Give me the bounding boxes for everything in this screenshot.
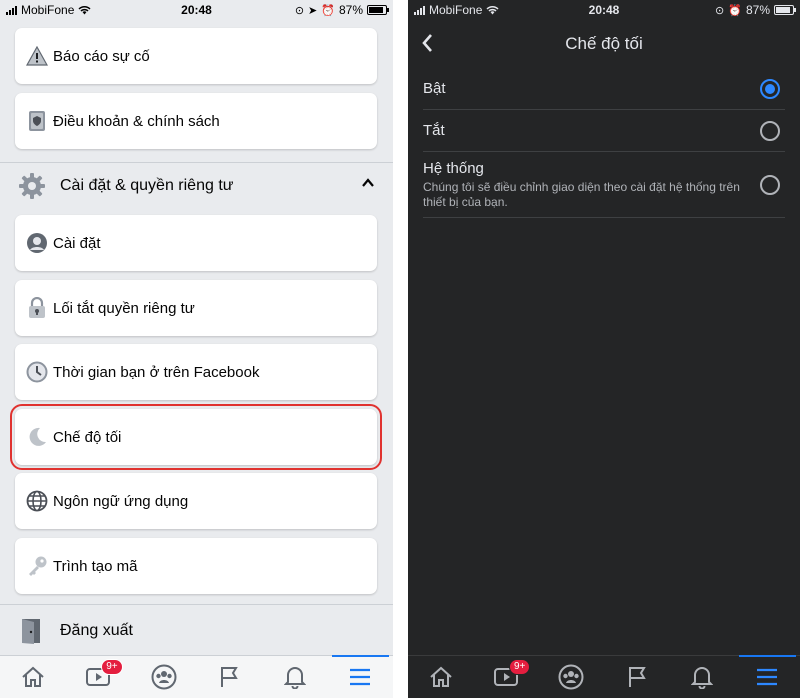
radio-button[interactable]	[760, 175, 780, 195]
menu-item-terms-policies[interactable]: Điều khoản & chính sách	[15, 93, 377, 149]
tab-home[interactable]	[408, 656, 473, 698]
tab-pages[interactable]	[197, 656, 263, 698]
alarm-icon: ⏰	[321, 4, 335, 17]
top-navigation: Chế độ tối	[408, 20, 800, 68]
menu-item-label: Cài đặt	[53, 234, 101, 252]
section-label: Cài đặt & quyền riêng tư	[60, 177, 234, 194]
menu-item-label: Ngôn ngữ ứng dụng	[53, 492, 189, 510]
settings-item-dark-mode[interactable]: Chế độ tối	[10, 404, 382, 470]
settings-privacy-section-header[interactable]: Cài đặt & quyền riêng tư	[0, 161, 393, 211]
home-icon	[429, 666, 452, 687]
lock-icon	[25, 296, 49, 320]
rotation-lock-icon: ⊙	[294, 4, 305, 17]
settings-item-your-time-on-facebook[interactable]: Thời gian bạn ở trên Facebook	[15, 344, 377, 400]
clock-icon	[25, 360, 49, 384]
notifications-bell-icon	[690, 667, 713, 689]
watch-badge: 9+	[101, 659, 123, 675]
option-label: Bật	[423, 80, 446, 97]
alarm-icon: ⏰	[728, 4, 742, 17]
menu-item-label: Báo cáo sự cố	[53, 47, 150, 65]
status-bar: MobiFone 20:48 ⊙ ➤ ⏰ 87%	[0, 0, 393, 20]
book-icon	[25, 109, 49, 133]
tab-pages[interactable]	[604, 656, 669, 698]
groups-icon	[558, 664, 584, 690]
tab-watch[interactable]: 9+	[473, 656, 538, 698]
menu-item-report-problem[interactable]: Báo cáo sự cố	[15, 28, 377, 84]
gear-icon	[19, 173, 45, 199]
radio-button[interactable]	[760, 79, 780, 99]
menu-item-label: Trình tạo mã	[53, 557, 138, 575]
menu-icon	[757, 668, 778, 686]
tab-watch[interactable]: 9+	[66, 656, 132, 698]
tab-groups[interactable]	[539, 656, 604, 698]
back-chevron-icon[interactable]	[420, 32, 434, 54]
moon-icon	[25, 425, 49, 449]
tab-notifications[interactable]	[262, 656, 328, 698]
battery-icon	[774, 5, 796, 15]
radio-button[interactable]	[760, 121, 780, 141]
menu-screen-light: MobiFone 20:48 ⊙ ➤ ⏰ 87% Báo cáo sự cố Đ…	[0, 0, 393, 698]
tab-menu[interactable]	[735, 655, 800, 698]
battery-icon	[367, 5, 389, 15]
page-title: Chế độ tối	[565, 34, 643, 53]
logout-icon	[22, 619, 40, 644]
battery-percent: 87%	[338, 3, 363, 17]
tab-notifications[interactable]	[669, 656, 734, 698]
logout-label: Đăng xuất	[60, 622, 133, 639]
chevron-up-icon	[362, 178, 374, 187]
tab-home[interactable]	[0, 656, 66, 698]
settings-item-privacy-shortcuts[interactable]: Lối tắt quyền riêng tư	[15, 280, 377, 336]
location-icon: ➤	[308, 4, 318, 17]
section-divider	[0, 604, 393, 605]
profile-icon	[25, 231, 49, 255]
home-icon	[22, 666, 44, 687]
option-off[interactable]: Tắt	[423, 110, 785, 152]
key-icon	[25, 554, 49, 578]
tab-groups[interactable]	[131, 656, 197, 698]
option-description: Chúng tôi sẽ điều chỉnh giao diện theo c…	[423, 180, 740, 209]
tab-menu[interactable]	[328, 655, 394, 698]
warning-icon	[25, 44, 49, 68]
settings-item-settings[interactable]: Cài đặt	[15, 215, 377, 271]
globe-icon	[25, 489, 49, 513]
option-label: Tắt	[423, 122, 445, 139]
menu-item-label: Chế độ tối	[53, 428, 122, 446]
option-system[interactable]: Hệ thống Chúng tôi sẽ điều chỉnh giao di…	[423, 152, 785, 218]
status-bar: MobiFone 20:48 ⊙ ⏰ 87%	[408, 0, 800, 20]
menu-item-label: Lối tắt quyền riêng tư	[53, 299, 195, 317]
settings-item-app-language[interactable]: Ngôn ngữ ứng dụng	[15, 473, 377, 529]
notifications-bell-icon	[283, 667, 306, 689]
menu-icon	[350, 668, 371, 686]
watch-badge: 9+	[508, 659, 531, 675]
rotation-lock-icon: ⊙	[715, 4, 725, 17]
option-label: Hệ thống	[423, 160, 484, 177]
pages-flag-icon	[628, 667, 646, 687]
settings-item-code-generator[interactable]: Trình tạo mã	[15, 538, 377, 594]
pages-flag-icon	[221, 667, 239, 687]
logout-button[interactable]: Đăng xuất	[0, 607, 393, 655]
menu-item-label: Điều khoản & chính sách	[53, 112, 220, 130]
menu-item-label: Thời gian bạn ở trên Facebook	[53, 363, 260, 381]
bottom-tab-bar: 9+	[0, 655, 393, 698]
battery-percent: 87%	[745, 3, 770, 17]
option-on[interactable]: Bật	[423, 68, 785, 110]
bottom-tab-bar: 9+	[408, 655, 800, 698]
dark-mode-screen: MobiFone 20:48 ⊙ ⏰ 87% Chế độ tối Bật Tắ…	[408, 0, 800, 698]
groups-icon	[151, 664, 177, 690]
